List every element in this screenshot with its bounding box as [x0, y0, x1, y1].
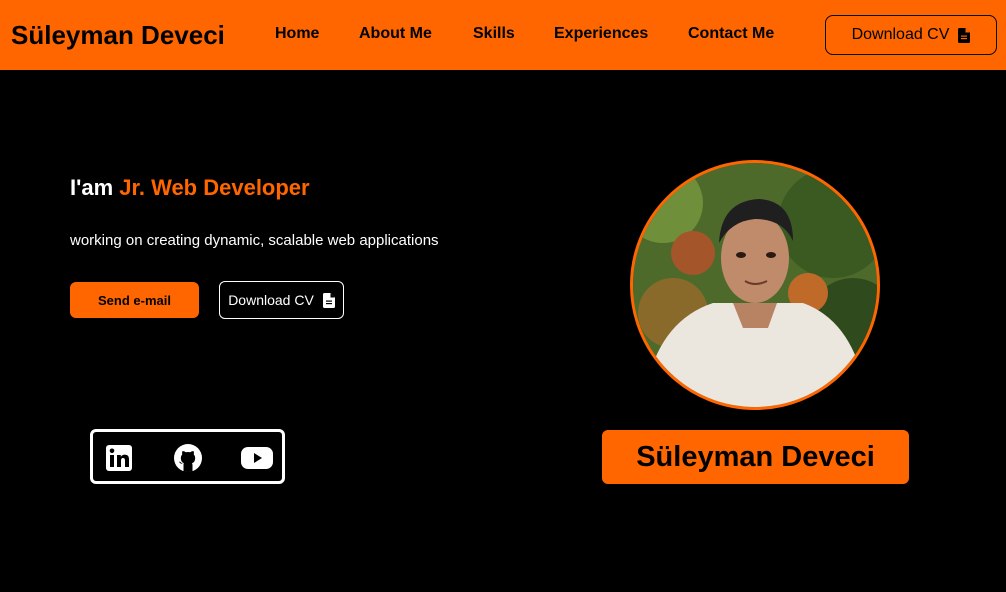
nav-link-home[interactable]: Home [275, 24, 319, 44]
nav-link-skills[interactable]: Skills [473, 24, 515, 44]
github-icon[interactable] [173, 444, 203, 472]
nav-link-experiences[interactable]: Experiences [554, 24, 648, 44]
hero-download-cv-label: Download CV [228, 292, 314, 308]
document-icon [322, 292, 335, 308]
hero-description: working on creating dynamic, scalable we… [70, 232, 439, 249]
social-links [90, 429, 285, 484]
document-icon [958, 27, 971, 43]
navbar: Süleyman Deveci Home About Me Skills Exp… [0, 0, 1006, 70]
profile-photo [630, 160, 880, 410]
youtube-icon[interactable] [241, 444, 273, 472]
hero-headline: I'am Jr. Web Developer [70, 174, 310, 202]
brand-name[interactable]: Süleyman Deveci [11, 19, 225, 51]
linkedin-icon[interactable] [104, 444, 134, 472]
download-cv-label: Download CV [851, 26, 950, 43]
download-cv-button[interactable]: Download CV [825, 15, 997, 55]
send-email-button[interactable]: Send e-mail [70, 282, 199, 318]
hero-download-cv-button[interactable]: Download CV [219, 281, 344, 319]
nav-link-about-me[interactable]: About Me [359, 24, 432, 44]
profile-name-badge: Süleyman Deveci [602, 430, 909, 484]
role-text: Jr. Web Developer [119, 175, 310, 200]
greeting-text: I'am [70, 175, 114, 200]
nav-link-contact-me[interactable]: Contact Me [688, 24, 774, 44]
